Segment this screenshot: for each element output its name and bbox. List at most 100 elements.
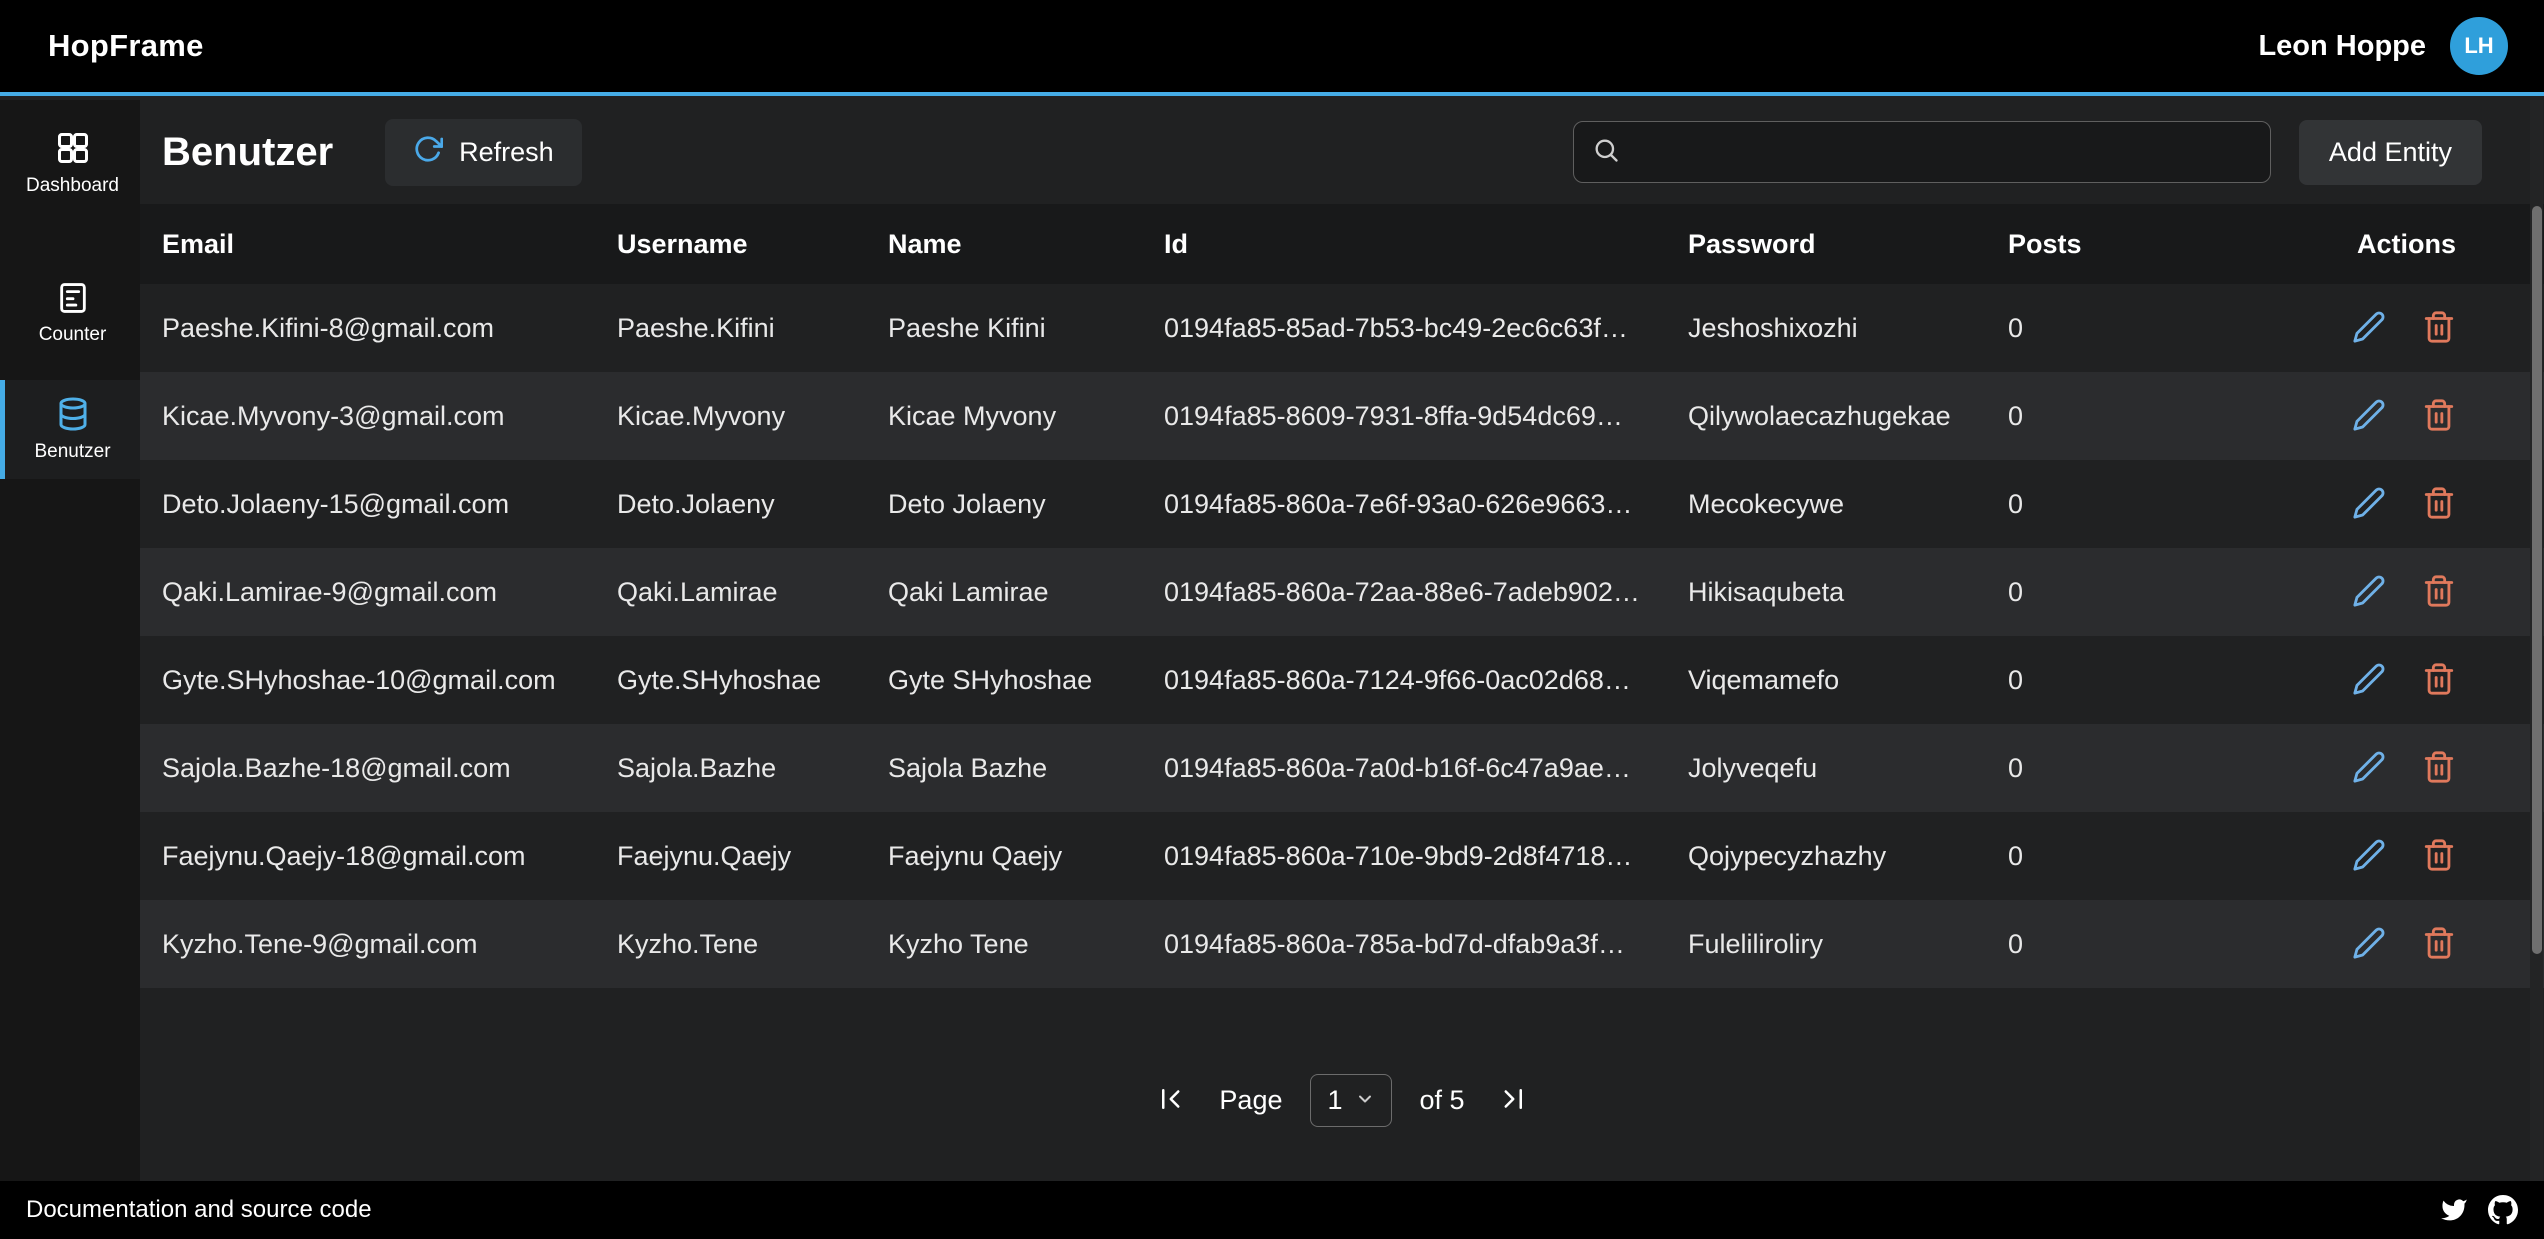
user-name: Leon Hoppe [2258, 30, 2426, 63]
last-page-icon [1497, 1084, 1527, 1117]
cell-email: Faejynu.Qaejy-18@gmail.com [162, 841, 617, 872]
edit-button[interactable] [2352, 398, 2386, 435]
search-input[interactable] [1634, 136, 2252, 169]
edit-button[interactable] [2352, 926, 2386, 963]
delete-button[interactable] [2422, 398, 2456, 435]
cell-actions [2228, 486, 2494, 523]
sidebar-item-counter[interactable]: Counter [0, 265, 140, 362]
table-row[interactable]: Deto.Jolaeny-15@gmail.com Deto.Jolaeny D… [140, 460, 2544, 548]
table-header: Email Username Name Id Password Posts Ac… [140, 204, 2544, 284]
trash-icon [2422, 486, 2456, 523]
search-box [1573, 121, 2271, 183]
app-brand: HopFrame [48, 28, 204, 64]
column-header-password: Password [1688, 229, 2008, 260]
pencil-icon [2352, 574, 2386, 611]
refresh-button[interactable]: Refresh [385, 119, 582, 186]
sidebar-item-dashboard[interactable]: Dashboard [0, 114, 140, 213]
table-row[interactable]: Faejynu.Qaejy-18@gmail.com Faejynu.Qaejy… [140, 812, 2544, 900]
table-row[interactable]: Kyzho.Tene-9@gmail.com Kyzho.Tene Kyzho … [140, 900, 2544, 988]
table-row-partial [140, 988, 2544, 1032]
cell-actions [2228, 750, 2494, 787]
cell-password: Mecokecywe [1688, 489, 2008, 520]
pencil-icon [2352, 310, 2386, 347]
cell-id: 0194fa85-860a-785a-bd7d-dfab9a3f… [1164, 929, 1688, 960]
sidebar-item-benutzer[interactable]: Benutzer [0, 380, 140, 479]
delete-button[interactable] [2422, 662, 2456, 699]
cell-id: 0194fa85-860a-7a0d-b16f-6c47a9ae… [1164, 753, 1688, 784]
trash-icon [2422, 574, 2456, 611]
cell-id: 0194fa85-860a-7124-9f66-0ac02d68… [1164, 665, 1688, 696]
table-row[interactable]: Sajola.Bazhe-18@gmail.com Sajola.Bazhe S… [140, 724, 2544, 812]
delete-button[interactable] [2422, 750, 2456, 787]
delete-button[interactable] [2422, 926, 2456, 963]
cell-username: Qaki.Lamirae [617, 577, 888, 608]
pencil-icon [2352, 486, 2386, 523]
main-content: Benutzer Refresh Add Entity Email Userna… [140, 100, 2544, 1181]
database-icon [55, 396, 91, 432]
cell-email: Kyzho.Tene-9@gmail.com [162, 929, 617, 960]
trash-icon [2422, 838, 2456, 875]
trash-icon [2422, 926, 2456, 963]
last-page-button[interactable] [1493, 1080, 1531, 1121]
cell-username: Faejynu.Qaejy [617, 841, 888, 872]
delete-button[interactable] [2422, 838, 2456, 875]
cell-id: 0194fa85-860a-72aa-88e6-7adeb902… [1164, 577, 1688, 608]
bird-icon[interactable] [2440, 1196, 2468, 1224]
github-icon[interactable] [2488, 1195, 2518, 1225]
cell-password: Viqemamefo [1688, 665, 2008, 696]
cell-id: 0194fa85-860a-7e6f-93a0-626e9663… [1164, 489, 1688, 520]
delete-button[interactable] [2422, 574, 2456, 611]
cell-password: Jolyveqefu [1688, 753, 2008, 784]
delete-button[interactable] [2422, 310, 2456, 347]
trash-icon [2422, 662, 2456, 699]
cell-name: Kyzho Tene [888, 929, 1164, 960]
footer: Documentation and source code [0, 1181, 2544, 1239]
trash-icon [2422, 750, 2456, 787]
table-body: Paeshe.Kifini-8@gmail.com Paeshe.Kifini … [140, 284, 2544, 988]
footer-text: Documentation and source code [26, 1196, 372, 1224]
cell-username: Kicae.Myvony [617, 401, 888, 432]
avatar[interactable]: LH [2450, 17, 2508, 75]
cell-username: Kyzho.Tene [617, 929, 888, 960]
table-row[interactable]: Gyte.SHyhoshae-10@gmail.com Gyte.SHyhosh… [140, 636, 2544, 724]
cell-password: Fuleliliroliry [1688, 929, 2008, 960]
cell-actions [2228, 662, 2494, 699]
cell-password: Jeshoshixozhi [1688, 313, 2008, 344]
edit-button[interactable] [2352, 574, 2386, 611]
cell-id: 0194fa85-85ad-7b53-bc49-2ec6c63f… [1164, 313, 1688, 344]
cell-actions [2228, 574, 2494, 611]
table-row[interactable]: Paeshe.Kifini-8@gmail.com Paeshe.Kifini … [140, 284, 2544, 372]
table-row[interactable]: Qaki.Lamirae-9@gmail.com Qaki.Lamirae Qa… [140, 548, 2544, 636]
edit-button[interactable] [2352, 838, 2386, 875]
cell-email: Gyte.SHyhoshae-10@gmail.com [162, 665, 617, 696]
first-page-button[interactable] [1153, 1080, 1191, 1121]
counter-icon [56, 281, 90, 315]
cell-posts: 0 [2008, 489, 2228, 520]
edit-button[interactable] [2352, 486, 2386, 523]
cell-email: Kicae.Myvony-3@gmail.com [162, 401, 617, 432]
sidebar-item-label: Benutzer [34, 441, 110, 463]
cell-username: Sajola.Bazhe [617, 753, 888, 784]
cell-posts: 0 [2008, 577, 2228, 608]
topbar: HopFrame Leon Hoppe LH [0, 0, 2544, 96]
column-header-email: Email [162, 229, 617, 260]
cell-email: Qaki.Lamirae-9@gmail.com [162, 577, 617, 608]
edit-button[interactable] [2352, 662, 2386, 699]
sidebar-item-label: Counter [39, 324, 107, 346]
cell-posts: 0 [2008, 665, 2228, 696]
refresh-icon [413, 134, 443, 171]
page-select[interactable]: 1 [1310, 1074, 1391, 1127]
avatar-initials: LH [2464, 33, 2493, 59]
page-label: Page [1219, 1085, 1282, 1116]
column-header-name: Name [888, 229, 1164, 260]
edit-button[interactable] [2352, 310, 2386, 347]
cell-username: Paeshe.Kifini [617, 313, 888, 344]
edit-button[interactable] [2352, 750, 2386, 787]
scrollbar-thumb[interactable] [2532, 206, 2542, 954]
add-entity-button[interactable]: Add Entity [2299, 120, 2482, 185]
delete-button[interactable] [2422, 486, 2456, 523]
current-page: 1 [1327, 1085, 1342, 1116]
cell-posts: 0 [2008, 841, 2228, 872]
cell-name: Faejynu Qaejy [888, 841, 1164, 872]
table-row[interactable]: Kicae.Myvony-3@gmail.com Kicae.Myvony Ki… [140, 372, 2544, 460]
